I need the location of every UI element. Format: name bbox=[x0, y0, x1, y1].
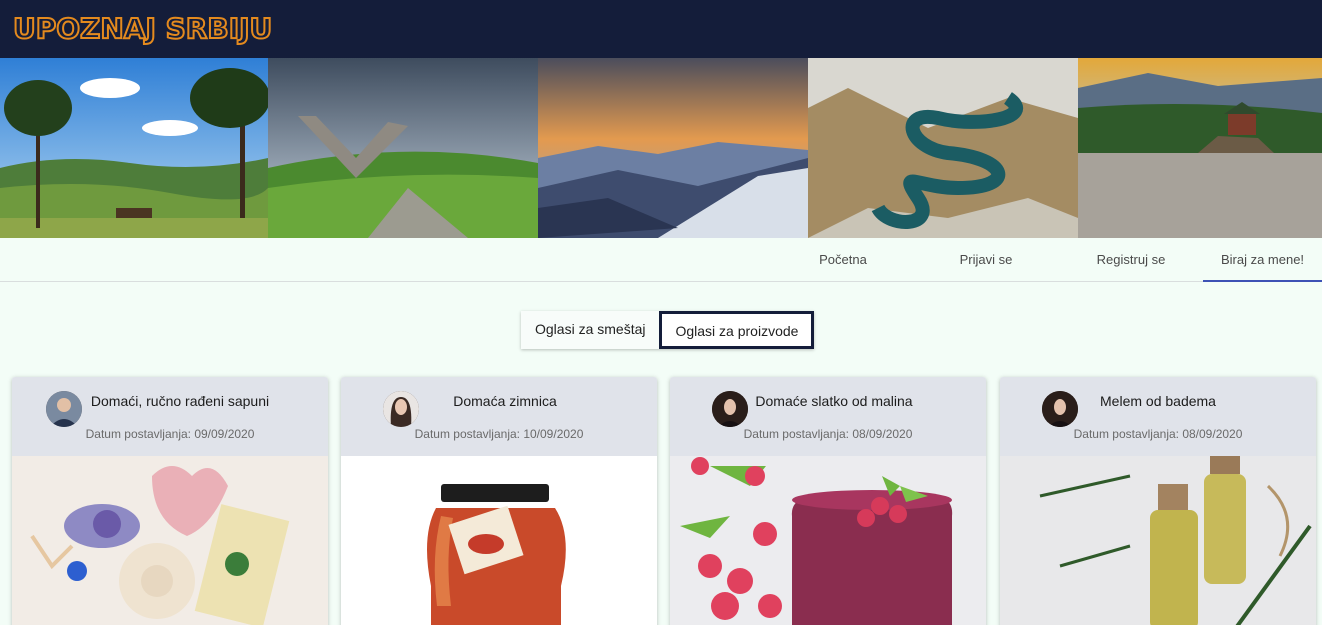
card-date: Datum postavljanja: 10/09/2020 bbox=[414, 427, 584, 441]
main-nav: Početna Prijavi se Registruj se Biraj za… bbox=[0, 238, 1322, 282]
card-date: Datum postavljanja: 08/09/2020 bbox=[1073, 427, 1243, 441]
soap-photo bbox=[12, 456, 328, 625]
card-title: Domaći, ručno rađeni sapuni bbox=[90, 393, 270, 409]
card-title: Melem od badema bbox=[1100, 393, 1216, 409]
banner-photo-river-meanders bbox=[808, 58, 1078, 238]
product-ads-button[interactable]: Oglasi za proizvode bbox=[659, 311, 815, 349]
product-card[interactable]: Domaće slatko od malina Datum postavljan… bbox=[670, 377, 986, 625]
listing-type-toggle: Oglasi za smeštaj Oglasi za proizvode bbox=[521, 311, 815, 349]
photo-banner bbox=[0, 58, 1322, 238]
product-card[interactable]: Melem od badema Datum postavljanja: 08/0… bbox=[1000, 377, 1316, 625]
card-header: Domaća zimnica Datum postavljanja: 10/09… bbox=[341, 377, 657, 456]
almond-balm-photo bbox=[1000, 456, 1316, 625]
nav-biraj-za-mene[interactable]: Biraj za mene! bbox=[1203, 238, 1322, 282]
banner-photo-river-house bbox=[1078, 58, 1322, 238]
banner-photo-sunset-mountains bbox=[538, 58, 808, 238]
banner-photo-monument bbox=[268, 58, 538, 238]
raspberry-jam-photo bbox=[670, 456, 986, 625]
card-title: Domaća zimnica bbox=[453, 393, 557, 409]
accommodation-ads-button[interactable]: Oglasi za smeštaj bbox=[521, 311, 659, 349]
jar-photo bbox=[341, 456, 657, 625]
top-header: UPOZNAJ SRBIJU bbox=[0, 0, 1322, 58]
card-header: Domaći, ručno rađeni sapuni Datum postav… bbox=[12, 377, 328, 456]
nav-registruj-se[interactable]: Registruj se bbox=[1078, 238, 1184, 282]
product-card[interactable]: Domaća zimnica Datum postavljanja: 10/09… bbox=[341, 377, 657, 625]
nav-pocetna[interactable]: Početna bbox=[800, 238, 886, 282]
nav-prijavi-se[interactable]: Prijavi se bbox=[934, 238, 1038, 282]
product-card[interactable]: Domaći, ručno rađeni sapuni Datum postav… bbox=[12, 377, 328, 625]
banner-photo-pines bbox=[0, 58, 268, 238]
card-date: Datum postavljanja: 09/09/2020 bbox=[85, 427, 255, 441]
card-header: Domaće slatko od malina Datum postavljan… bbox=[670, 377, 986, 456]
card-title: Domaće slatko od malina bbox=[755, 393, 913, 409]
card-date: Datum postavljanja: 08/09/2020 bbox=[743, 427, 913, 441]
site-logo[interactable]: UPOZNAJ SRBIJU bbox=[12, 11, 273, 46]
card-header: Melem od badema Datum postavljanja: 08/0… bbox=[1000, 377, 1316, 456]
